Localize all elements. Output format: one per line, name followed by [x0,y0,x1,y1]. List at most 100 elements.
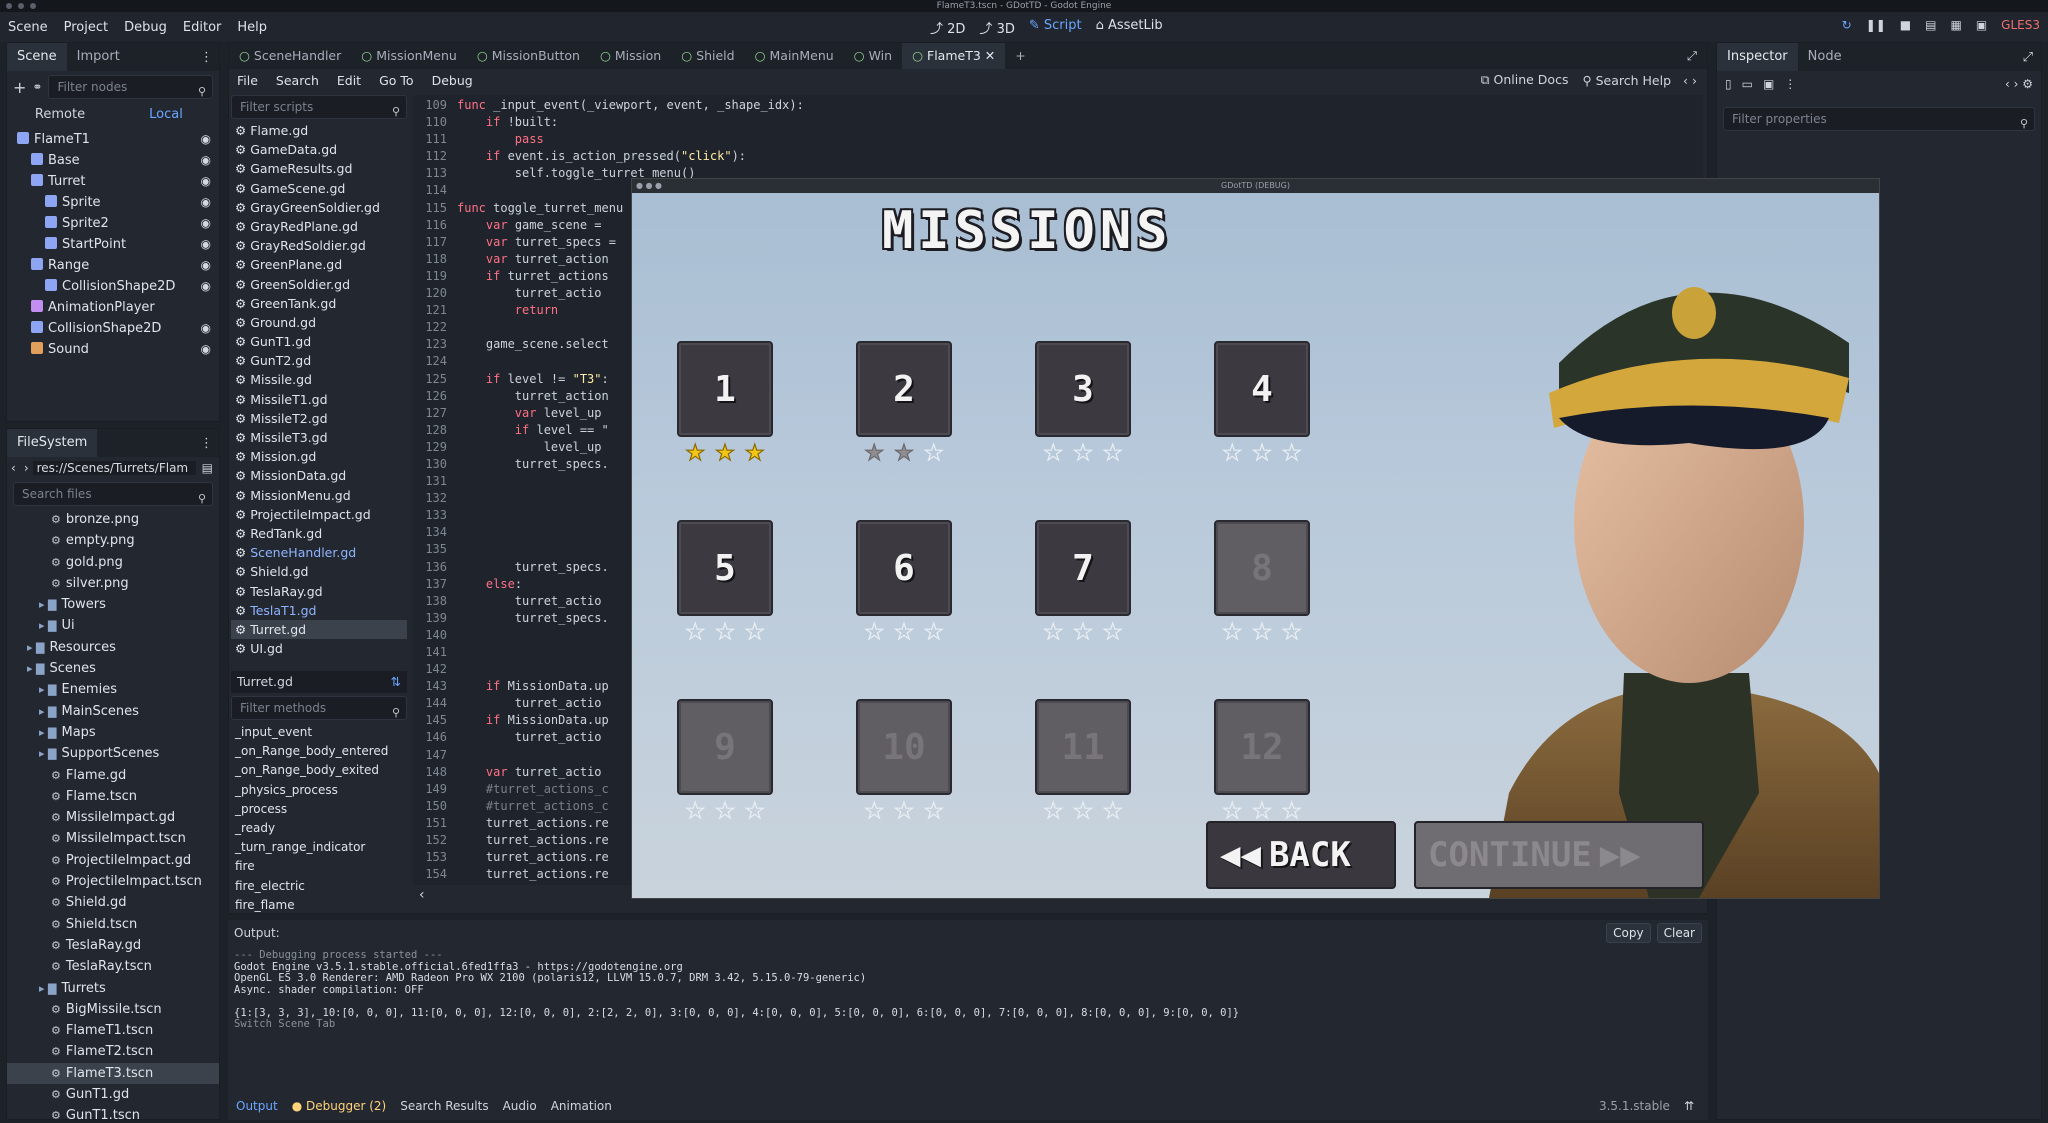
more-icon[interactable]: ⋮ [1784,77,1796,91]
close-icon[interactable]: ✕ [981,48,995,63]
script-list-item[interactable]: ⚙ ProjectileImpact.gd [231,505,407,524]
file-item[interactable]: ▸ ▇ Turrets [7,978,219,999]
script-list-item[interactable]: ⚙ GameResults.gd [231,159,407,178]
script-menu-goto[interactable]: Go To [371,73,421,88]
file-item[interactable]: ⚙ TeslaRay.gd [7,935,219,956]
workspace-2d[interactable]: ⤴ 2D [930,18,965,37]
filter-properties-input[interactable]: Filter properties ⚲ [1723,107,2035,131]
scene-node[interactable]: Sprite2 ◉ [7,213,219,234]
add-tab-icon[interactable]: + [1005,42,1035,70]
tab-scene[interactable]: Scene [7,43,67,71]
script-list-item[interactable]: ⚙ GameScene.gd [231,179,407,198]
file-item[interactable]: ▸ ▇ Scenes [7,658,219,679]
play-scene-icon[interactable]: ▤ [1925,18,1936,32]
history-icon[interactable]: ‹ › ⚙ [2005,77,2041,91]
visibility-eye-icon[interactable]: ◉ [201,318,211,339]
menu-help[interactable]: Help [229,20,275,35]
menu-debug[interactable]: Debug [116,20,175,35]
file-item[interactable]: ⚙ gold.png [7,552,219,573]
sort-icon[interactable]: ⇅ [391,671,401,693]
script-tab[interactable]: ○ MissionButton [467,43,590,69]
file-item[interactable]: ▸ ▇ Ui [7,615,219,636]
file-item[interactable]: ▸ ▇ Maps [7,722,219,743]
method-item[interactable]: fire_flame [231,896,407,915]
reload-icon[interactable]: ↻ [1842,18,1852,32]
scene-node[interactable]: FlameT1 ◉ [7,129,219,150]
file-item[interactable]: ▸ ▇ MainScenes [7,701,219,722]
search-help-link[interactable]: ⚲ Search Help [1582,73,1671,88]
workspace-assetlib[interactable]: ⌂ AssetLib [1096,18,1163,37]
scene-node[interactable]: Base ◉ [7,150,219,171]
script-list-item[interactable]: ⚙ Mission.gd [231,447,407,466]
file-item[interactable]: ⚙ MissileImpact.tscn [7,828,219,849]
menu-scene[interactable]: Scene [0,20,56,35]
script-list-item[interactable]: ⚙ Flame.gd [231,121,407,140]
file-item[interactable]: ⚙ FlameT2.tscn [7,1041,219,1062]
play-custom-icon[interactable]: ▦ [1950,18,1961,32]
scene-node[interactable]: Range ◉ [7,255,219,276]
expand-icon[interactable]: ⤢ [2023,50,2041,65]
filter-scripts-input[interactable]: Filter scripts ⚲ [231,95,407,119]
visibility-eye-icon[interactable]: ◉ [201,339,211,360]
script-tab[interactable]: ○ MainMenu [745,43,844,69]
copy-button[interactable]: Copy [1606,923,1651,943]
method-item[interactable]: fire_electric [231,877,407,896]
workspace-3d[interactable]: ⤴ 3D [979,18,1014,37]
visibility-eye-icon[interactable]: ◉ [201,276,211,297]
dock-menu-icon[interactable]: ⋮ [200,50,219,65]
visibility-eye-icon[interactable]: ◉ [201,213,211,234]
script-tab[interactable]: ○ Win [844,43,902,69]
movie-icon[interactable]: ▣ [1976,18,1987,32]
script-list-item[interactable]: ⚙ GameData.gd [231,140,407,159]
scene-node[interactable]: StartPoint ◉ [7,234,219,255]
script-list-item[interactable]: ⚙ GreenPlane.gd [231,255,407,274]
script-menu-file[interactable]: File [229,73,266,88]
method-item[interactable]: _input_event [231,723,407,742]
script-list-item[interactable]: ⚙ TeslaRay.gd [231,582,407,601]
mission-button[interactable]: 2 [856,341,952,437]
filter-nodes-input[interactable]: Filter nodes ⚲ [48,75,213,99]
mission-button[interactable]: 6 [856,520,952,616]
back-button[interactable]: ◀◀ BACK [1206,821,1396,889]
script-list-item[interactable]: ⚙ GrayRedPlane.gd [231,217,407,236]
tab-search-results[interactable]: Search Results [400,1099,488,1113]
visibility-eye-icon[interactable]: ◉ [201,255,211,276]
save-resource-icon[interactable]: ▣ [1763,77,1774,91]
open-resource-icon[interactable]: ▭ [1742,77,1753,91]
script-list-item[interactable]: ⚙ SceneHandler.gd [231,543,407,562]
file-item[interactable]: ⚙ silver.png [7,573,219,594]
file-item[interactable]: ⚙ ProjectileImpact.gd [7,850,219,871]
file-item[interactable]: ⚙ Flame.gd [7,765,219,786]
forward-icon[interactable]: › [20,461,33,475]
script-tab[interactable]: ○ Shield [671,43,744,69]
script-list-item[interactable]: ⚙ MissileT3.gd [231,428,407,447]
method-item[interactable]: _physics_process [231,781,407,800]
file-item[interactable]: ⚙ Shield.gd [7,892,219,913]
stop-icon[interactable]: ■ [1900,18,1911,32]
tab-inspector[interactable]: Inspector [1717,43,1798,71]
script-menu-search[interactable]: Search [268,73,327,88]
collapse-icon[interactable]: ‹ [419,887,425,903]
scene-node[interactable]: CollisionShape2D ◉ [7,318,219,339]
mission-button[interactable]: 1 [677,341,773,437]
visibility-eye-icon[interactable]: ◉ [201,129,211,150]
file-item[interactable]: ⚙ BigMissile.tscn [7,999,219,1020]
clear-button[interactable]: Clear [1656,923,1702,943]
script-list-item[interactable]: ⚙ Turret.gd [231,619,407,640]
continue-button[interactable]: CONTINUE ▶▶ [1414,821,1704,889]
workspace-script[interactable]: ✎ Script [1029,18,1082,37]
renderer-label[interactable]: GLES3 [2001,18,2040,32]
file-item[interactable]: ⚙ empty.png [7,530,219,551]
script-tab[interactable]: ○ FlameT3 ✕ [902,43,1006,69]
method-item[interactable]: _process [231,800,407,819]
visibility-eye-icon[interactable]: ◉ [201,192,211,213]
file-item[interactable]: ▸ ▇ Enemies [7,679,219,700]
file-item[interactable]: ⚙ FlameT1.tscn [7,1020,219,1041]
script-list-item[interactable]: ⚙ Shield.gd [231,562,407,581]
method-item[interactable]: _ready [231,819,407,838]
script-list-item[interactable]: ⚙ GunT1.gd [231,332,407,351]
script-list-item[interactable]: ⚙ MissileT1.gd [231,390,407,409]
visibility-eye-icon[interactable]: ◉ [201,171,211,192]
method-item[interactable]: _on_Range_body_entered [231,742,407,761]
tab-audio[interactable]: Audio [503,1099,537,1113]
